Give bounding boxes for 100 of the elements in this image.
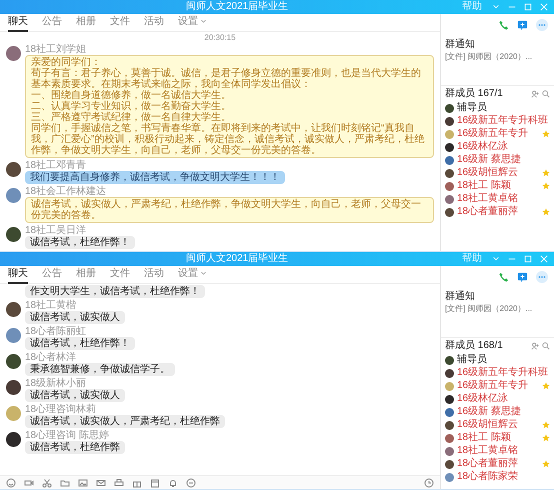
member-name: 18社工黄卓铭 [457,445,518,457]
member-row[interactable]: 18社工 陈颖 [445,432,550,444]
avatar [6,406,21,421]
message-text: 诚信考试，杜绝作弊！ [30,237,130,248]
tab[interactable]: 公告 [42,14,62,32]
folder-icon[interactable] [60,478,70,488]
panel-heading: 群通知 [445,39,476,51]
tab[interactable]: 设置 [178,266,207,284]
member-row[interactable]: 18社工黄卓铭 [445,193,550,205]
message-text: 诚信考试，杜绝作弊 [30,442,120,453]
chat-box-icon[interactable] [517,20,528,30]
chat-box-icon[interactable] [517,272,528,282]
member-row[interactable]: 16级胡恒辉云 [445,167,550,179]
avatar [6,302,21,317]
timestamp: 20:30:15 [204,33,236,42]
search-icon[interactable] [542,342,550,350]
tab[interactable]: 公告 [42,266,62,284]
member-row[interactable]: 18社工黄卓铭 [445,445,550,457]
close-icon[interactable] [540,3,548,11]
avatar [6,328,21,343]
tab[interactable]: 活动 [144,14,164,32]
member-name: 18心者陈家荣 [457,471,518,483]
maximize-icon[interactable] [524,3,532,11]
notice-text[interactable]: [文件] 闽师园（2020）... [445,303,550,314]
sender-name: 18心者林洋 [25,352,76,363]
sender-name: 18心理咨询林莉 [25,404,96,415]
member-row[interactable]: 18心者董丽萍 [445,206,550,218]
member-name: 16级林亿泳 [457,141,508,153]
envelope-icon[interactable] [96,478,106,488]
window-title: 闽师人文2021届毕业生 [186,253,288,265]
panel-heading: 群成员 168/1 [445,340,503,352]
message-text: 三、严格遵守考试纪律，做一名自律大学生。 [31,112,232,123]
message-text: 诚信考试，诚实做人 [30,312,120,323]
chevron-down-icon[interactable] [492,255,500,263]
message-text: 荀子有言：君子养心，莫善于诚。诚信，是君子修身立德的重要准则，也是当代大学生的基本素质要求。在期末考试来临之际，我向全体同学发出倡议： [31,68,422,90]
member-row[interactable]: 16级新 蔡思捷 [445,154,550,166]
member-row[interactable]: 16级林亿泳 [445,393,550,405]
member-name: 16级胡恒辉云 [457,167,518,179]
message-text: 二、认真学习专业知识，做一名勤奋大学生。 [31,101,232,112]
sender-name: 18社工黄楷 [25,300,76,311]
member-row[interactable]: 辅导员 [445,354,550,366]
panel-heading: 群通知 [445,291,476,303]
tab[interactable]: 活动 [144,266,164,284]
close-icon[interactable] [540,255,548,263]
maximize-icon[interactable] [524,255,532,263]
member-row[interactable]: 16级胡恒辉云 [445,419,550,431]
avatar [6,46,21,61]
panel-heading: 群成员 167/1 [445,88,503,100]
tab[interactable]: 设置 [178,14,207,32]
image-icon[interactable] [78,478,88,488]
member-name: 18社工 陈颖 [457,432,511,444]
tab[interactable]: 文件 [110,14,130,32]
message-text: 诚信考试，杜绝作弊！ [30,338,130,349]
sender-name: 18心理咨询 陈思婷 [25,430,109,441]
history-icon[interactable] [424,478,434,488]
scissors-icon[interactable] [42,478,52,488]
member-name: 16级新 蔡思捷 [457,406,521,418]
sender-name: 18社工吴日洋 [25,225,86,236]
member-name: 18心者董丽萍 [457,458,518,470]
member-name: 18心者董丽萍 [457,206,518,218]
tab[interactable]: 相册 [76,266,96,284]
message-text: 诚信考试，诚实做人，严肃考纪，杜绝作弊 [30,416,220,427]
member-row[interactable]: 18心者陈家荣 [445,471,550,483]
message-text: 诚信考试，诚实做人 [30,390,120,401]
member-name: 辅导员 [457,354,487,366]
printer-icon[interactable] [114,478,124,488]
member-row[interactable]: 16级新五年专升 [445,380,550,392]
member-row[interactable]: 16级新 蔡思捷 [445,406,550,418]
smiley-icon[interactable] [6,478,16,488]
chevron-down-icon[interactable] [492,3,500,11]
calendar-icon[interactable] [150,478,160,488]
member-name: 16级林亿泳 [457,393,508,405]
message-text: 一、围绕自身道德修养，做一名诚信大学生。 [31,90,232,101]
member-row[interactable]: 16级林亿泳 [445,141,550,153]
member-row[interactable]: 16级新五年专升 [445,128,550,140]
notice-text[interactable]: [文件] 闽师园（2020）... [445,51,550,62]
video-icon[interactable] [24,478,34,488]
member-name: 18社工黄卓铭 [457,193,518,205]
member-row[interactable]: 18社工 陈颖 [445,180,550,192]
tab[interactable]: 相册 [76,14,96,32]
member-name: 18社工 陈颖 [457,180,511,192]
tab[interactable]: 聊天 [8,266,28,284]
bell-icon[interactable] [168,478,178,488]
tab[interactable]: 聊天 [8,14,28,32]
phone-icon[interactable] [498,272,509,282]
person-add-icon[interactable] [531,90,539,98]
sender-name: 18心者陈丽虹 [25,326,86,337]
member-row[interactable]: 辅导员 [445,102,550,114]
avatar [6,354,21,369]
message-text: 秉承德智兼修，争做诚信学子。 [30,364,170,375]
avatar [6,432,21,447]
member-row[interactable]: 18心者董丽萍 [445,458,550,470]
member-name: 16级新 蔡思捷 [457,154,521,166]
person-add-icon[interactable] [531,342,539,350]
sender-name: 18社工邓青青 [25,160,86,171]
phone-icon[interactable] [498,20,509,30]
search-icon[interactable] [542,90,550,98]
tab[interactable]: 文件 [110,266,130,284]
avatar [6,162,21,177]
message-text: 诚信考试，诚实做人，严肃考纪，杜绝作弊，争做文明大学生，向自己，老师，父母交一份完美的答卷。 [31,199,422,221]
